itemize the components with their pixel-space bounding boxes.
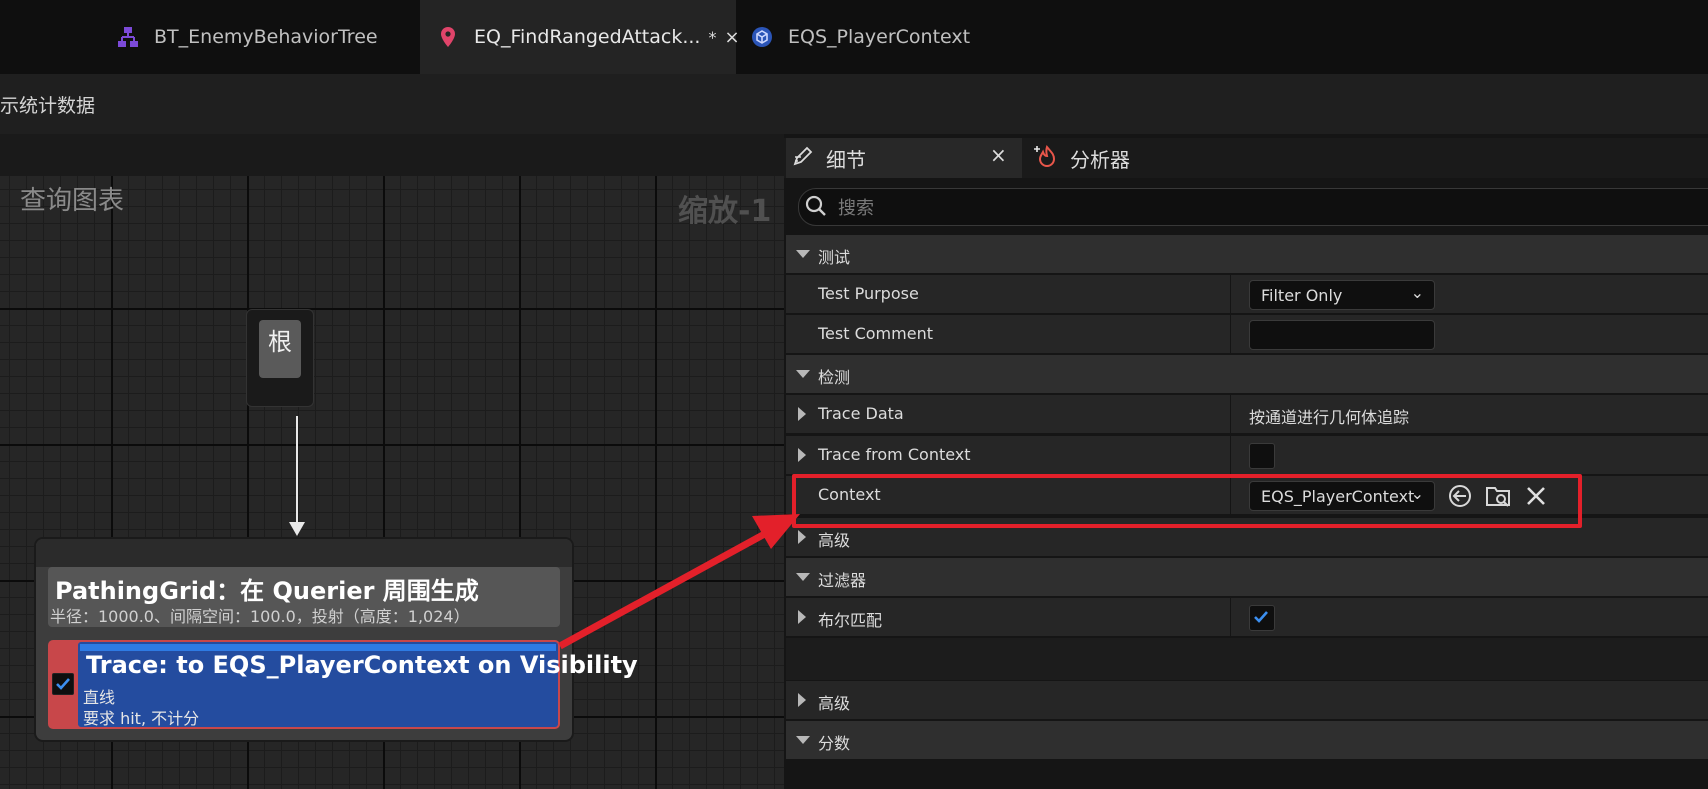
annotation-arrow — [558, 514, 800, 650]
